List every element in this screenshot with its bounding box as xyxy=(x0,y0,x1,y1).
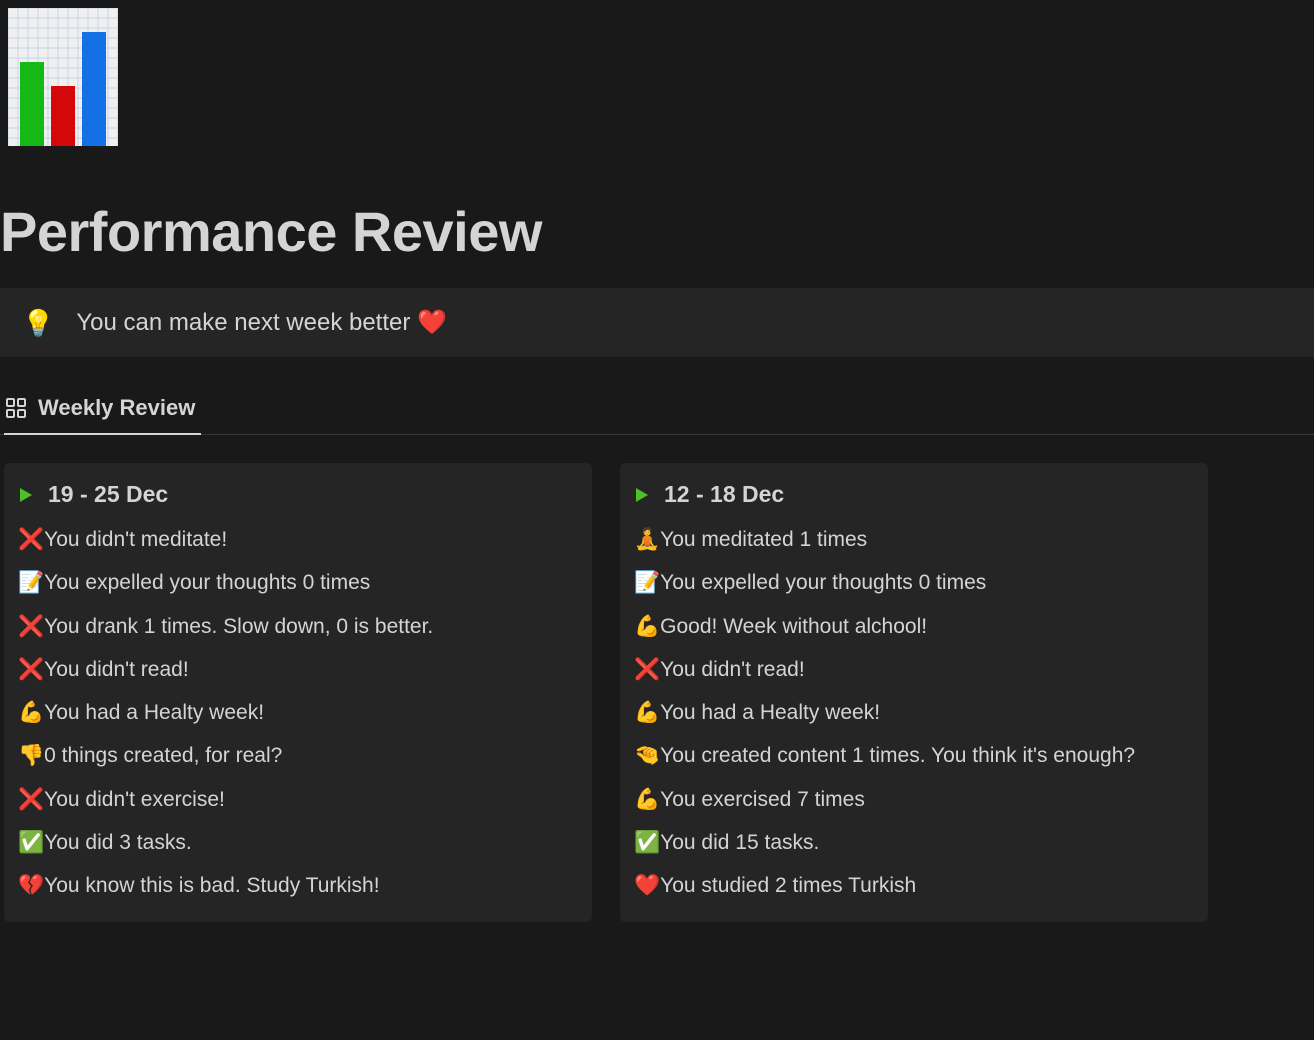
list-item: 💪Good! Week without alchool! xyxy=(634,613,1192,640)
card-header: 12 - 18 Dec xyxy=(634,481,1192,508)
list-item: 💪You had a Healty week! xyxy=(634,699,1192,726)
list-item: 💪You had a Healty week! xyxy=(18,699,576,726)
card-title: 12 - 18 Dec xyxy=(664,481,784,508)
line-text: You didn't exercise! xyxy=(44,786,225,813)
play-icon xyxy=(18,487,34,503)
status-icon: ❌ xyxy=(18,786,44,813)
line-text: You did 15 tasks. xyxy=(660,829,819,856)
list-item: 🧘You meditated 1 times xyxy=(634,526,1192,553)
list-item: ❌You didn't read! xyxy=(634,656,1192,683)
status-icon: 💪 xyxy=(634,613,660,640)
card-week-1[interactable]: 19 - 25 Dec ❌You didn't meditate! 📝You e… xyxy=(4,463,592,922)
line-text: You had a Healty week! xyxy=(660,699,880,726)
tab-label: Weekly Review xyxy=(38,395,195,421)
line-text: You know this is bad. Study Turkish! xyxy=(44,872,379,899)
card-title: 19 - 25 Dec xyxy=(48,481,168,508)
status-icon: 💪 xyxy=(634,786,660,813)
status-icon: ❌ xyxy=(18,613,44,640)
status-icon: 📝 xyxy=(18,569,44,596)
status-icon: ✅ xyxy=(634,829,660,856)
card-lines: 🧘You meditated 1 times 📝You expelled you… xyxy=(634,526,1192,900)
status-icon: ❌ xyxy=(18,656,44,683)
list-item: ❤️You studied 2 times Turkish xyxy=(634,872,1192,899)
status-icon: 💔 xyxy=(18,872,44,899)
list-item: 📝You expelled your thoughts 0 times xyxy=(18,569,576,596)
play-icon xyxy=(634,487,650,503)
list-item: ❌You didn't meditate! xyxy=(18,526,576,553)
status-icon: ❌ xyxy=(18,526,44,553)
line-text: You didn't read! xyxy=(44,656,189,683)
status-icon: ✅ xyxy=(18,829,44,856)
list-item: 🤏You created content 1 times. You think … xyxy=(634,742,1192,769)
list-item: 👎0 things created, for real? xyxy=(18,742,576,769)
callout: 💡 You can make next week better ❤️ xyxy=(0,288,1314,357)
tabs-row: Weekly Review xyxy=(0,385,1314,435)
line-text: You created content 1 times. You think i… xyxy=(660,742,1135,769)
list-item: ✅You did 3 tasks. xyxy=(18,829,576,856)
list-item: 💪You exercised 7 times xyxy=(634,786,1192,813)
status-icon: 💪 xyxy=(634,699,660,726)
line-text: You had a Healty week! xyxy=(44,699,264,726)
line-text: Good! Week without alchool! xyxy=(660,613,927,640)
line-text: You meditated 1 times xyxy=(660,526,867,553)
status-icon: ❤️ xyxy=(634,872,660,899)
card-lines: ❌You didn't meditate! 📝You expelled your… xyxy=(18,526,576,900)
lightbulb-icon: 💡 xyxy=(22,310,54,336)
card-week-2[interactable]: 12 - 18 Dec 🧘You meditated 1 times 📝You … xyxy=(620,463,1208,922)
list-item: 📝You expelled your thoughts 0 times xyxy=(634,569,1192,596)
line-text: 0 things created, for real? xyxy=(44,742,282,769)
cards-container: 19 - 25 Dec ❌You didn't meditate! 📝You e… xyxy=(0,435,1314,922)
status-icon: 🤏 xyxy=(634,742,660,769)
status-icon: 🧘 xyxy=(634,526,660,553)
line-text: You did 3 tasks. xyxy=(44,829,192,856)
status-icon: 📝 xyxy=(634,569,660,596)
line-text: You drank 1 times. Slow down, 0 is bette… xyxy=(44,613,433,640)
status-icon: 💪 xyxy=(18,699,44,726)
tab-weekly-review[interactable]: Weekly Review xyxy=(4,385,201,435)
line-text: You expelled your thoughts 0 times xyxy=(660,569,986,596)
list-item: ❌You didn't exercise! xyxy=(18,786,576,813)
page-title: Performance Review xyxy=(0,199,1314,264)
status-icon: 👎 xyxy=(18,742,44,769)
list-item: ❌You drank 1 times. Slow down, 0 is bett… xyxy=(18,613,576,640)
line-text: You didn't meditate! xyxy=(44,526,227,553)
line-text: You studied 2 times Turkish xyxy=(660,872,916,899)
list-item: 💔You know this is bad. Study Turkish! xyxy=(18,872,576,899)
line-text: You didn't read! xyxy=(660,656,805,683)
line-text: You exercised 7 times xyxy=(660,786,865,813)
status-icon: ❌ xyxy=(634,656,660,683)
card-header: 19 - 25 Dec xyxy=(18,481,576,508)
page-icon xyxy=(8,8,1314,151)
list-item: ✅You did 15 tasks. xyxy=(634,829,1192,856)
callout-text: You can make next week better ❤️ xyxy=(76,308,447,337)
gallery-icon xyxy=(4,396,28,420)
line-text: You expelled your thoughts 0 times xyxy=(44,569,370,596)
list-item: ❌You didn't read! xyxy=(18,656,576,683)
